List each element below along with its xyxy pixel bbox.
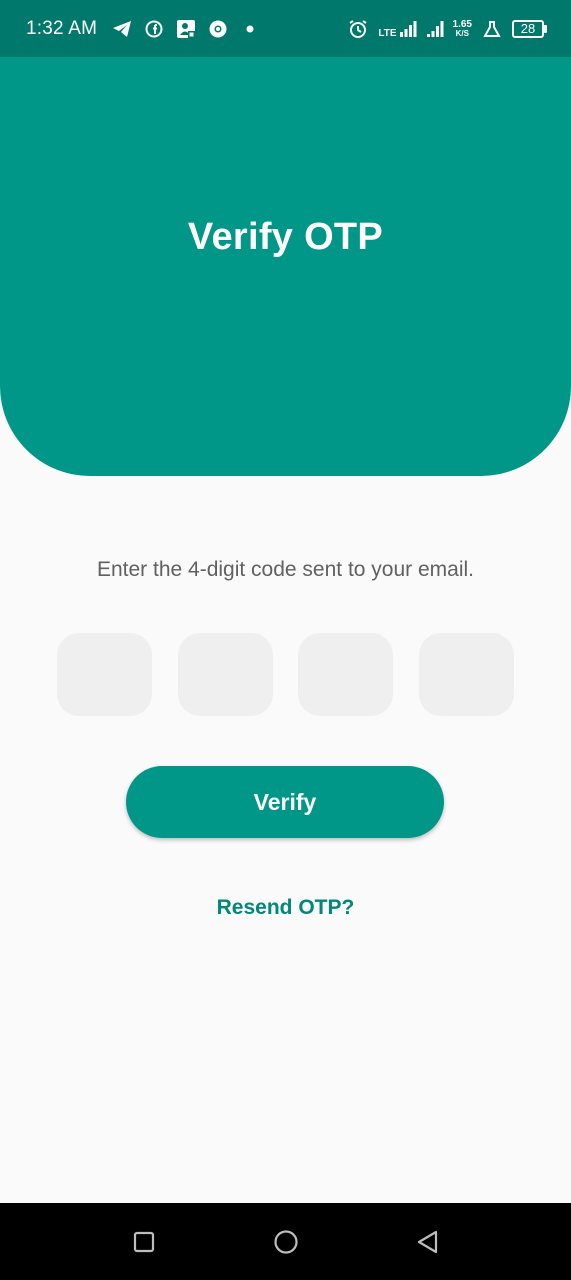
signal-icon-2 bbox=[426, 20, 444, 37]
otp-input-row bbox=[57, 633, 514, 716]
network-speed: 1.65 K/S bbox=[452, 18, 472, 38]
otp-digit-4[interactable] bbox=[418, 633, 514, 716]
status-bar: 1:32 AM LTE 1.65 K/S 28 bbox=[0, 0, 571, 57]
lab-icon bbox=[481, 18, 503, 40]
signal-icon bbox=[399, 20, 417, 37]
page-title: Verify OTP bbox=[187, 216, 384, 258]
home-circle-icon[interactable] bbox=[271, 1227, 301, 1257]
otp-digit-3[interactable] bbox=[298, 633, 394, 716]
status-left: 1:32 AM bbox=[26, 18, 261, 40]
speed-value: 1.65 bbox=[452, 18, 472, 30]
instruction-text: Enter the 4-digit code sent to your emai… bbox=[96, 558, 475, 581]
battery-icon: 28 bbox=[512, 19, 547, 38]
dot-icon bbox=[239, 18, 261, 40]
resend-otp-link[interactable]: Resend OTP? bbox=[0, 896, 571, 920]
status-time: 1:32 AM bbox=[26, 17, 98, 39]
battery-level: 28 bbox=[512, 19, 544, 38]
status-right: LTE 1.65 K/S 28 bbox=[347, 18, 547, 40]
lte-signal-group: LTE bbox=[378, 20, 417, 39]
facebook-icon bbox=[143, 18, 165, 40]
chrome-icon bbox=[207, 18, 229, 40]
alarm-icon bbox=[347, 18, 369, 40]
navigation-bar bbox=[0, 1203, 571, 1280]
app-notification-icon bbox=[175, 18, 197, 40]
verify-button[interactable]: Verify bbox=[126, 766, 444, 838]
telegram-icon bbox=[111, 18, 133, 40]
speed-unit: K/S bbox=[455, 28, 469, 38]
otp-digit-2[interactable] bbox=[177, 633, 273, 716]
recents-square-icon[interactable] bbox=[129, 1227, 159, 1257]
battery-tip bbox=[544, 24, 547, 33]
network-type: LTE bbox=[378, 27, 397, 39]
back-triangle-icon[interactable] bbox=[413, 1227, 443, 1257]
otp-digit-1[interactable] bbox=[57, 633, 152, 716]
header-banner: Verify OTP bbox=[0, 57, 571, 476]
